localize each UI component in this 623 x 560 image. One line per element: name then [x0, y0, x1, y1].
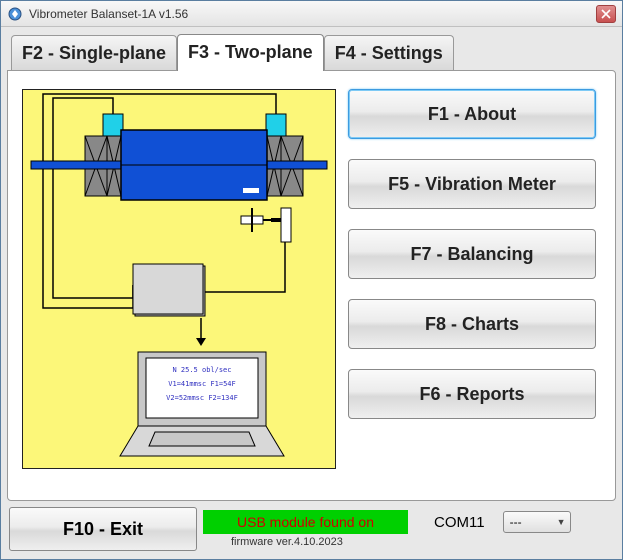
charts-button[interactable]: F8 - Charts [348, 299, 596, 349]
balancing-diagram: N 25.5 obl/sec V1=41mmsc F1=54F V2=52mms… [22, 89, 336, 469]
client-area: F2 - Single-plane F3 - Two-plane F4 - Se… [1, 27, 622, 559]
balancing-button[interactable]: F7 - Balancing [348, 229, 596, 279]
com-port-label: COM11 [412, 514, 499, 531]
tab-two-plane[interactable]: F3 - Two-plane [177, 34, 324, 71]
window-title: Vibrometer Balanset-1A v1.56 [29, 7, 596, 21]
about-button[interactable]: F1 - About [348, 89, 596, 139]
tab-settings[interactable]: F4 - Settings [324, 35, 454, 71]
titlebar: Vibrometer Balanset-1A v1.56 [1, 1, 622, 27]
tab-content: N 25.5 obl/sec V1=41mmsc F1=54F V2=52mms… [7, 70, 616, 501]
status-block: USB module found on COM11 --- ▼ firmware… [203, 510, 614, 548]
statusbar: F10 - Exit USB module found on COM11 ---… [7, 501, 616, 553]
port-combo-value: --- [510, 515, 522, 529]
action-buttons: F1 - About F5 - Vibration Meter F7 - Bal… [348, 89, 596, 419]
tab-single-plane[interactable]: F2 - Single-plane [11, 35, 177, 71]
firmware-label: firmware ver.4.10.2023 [203, 536, 614, 548]
tabstrip: F2 - Single-plane F3 - Two-plane F4 - Se… [7, 33, 616, 70]
monitor-line-2: V1=41mmsc F1=54F [168, 380, 235, 388]
exit-button[interactable]: F10 - Exit [9, 507, 197, 551]
port-combo[interactable]: --- ▼ [503, 511, 571, 533]
app-icon [7, 6, 23, 22]
usb-status: USB module found on [203, 510, 408, 534]
reports-button[interactable]: F6 - Reports [348, 369, 596, 419]
app-window: Vibrometer Balanset-1A v1.56 F2 - Single… [0, 0, 623, 560]
monitor-line-3: V2=52mmsc F2=134F [166, 394, 238, 402]
vibration-meter-button[interactable]: F5 - Vibration Meter [348, 159, 596, 209]
close-button[interactable] [596, 5, 616, 23]
monitor-line-1: N 25.5 obl/sec [172, 366, 231, 374]
chevron-down-icon: ▼ [557, 517, 566, 527]
